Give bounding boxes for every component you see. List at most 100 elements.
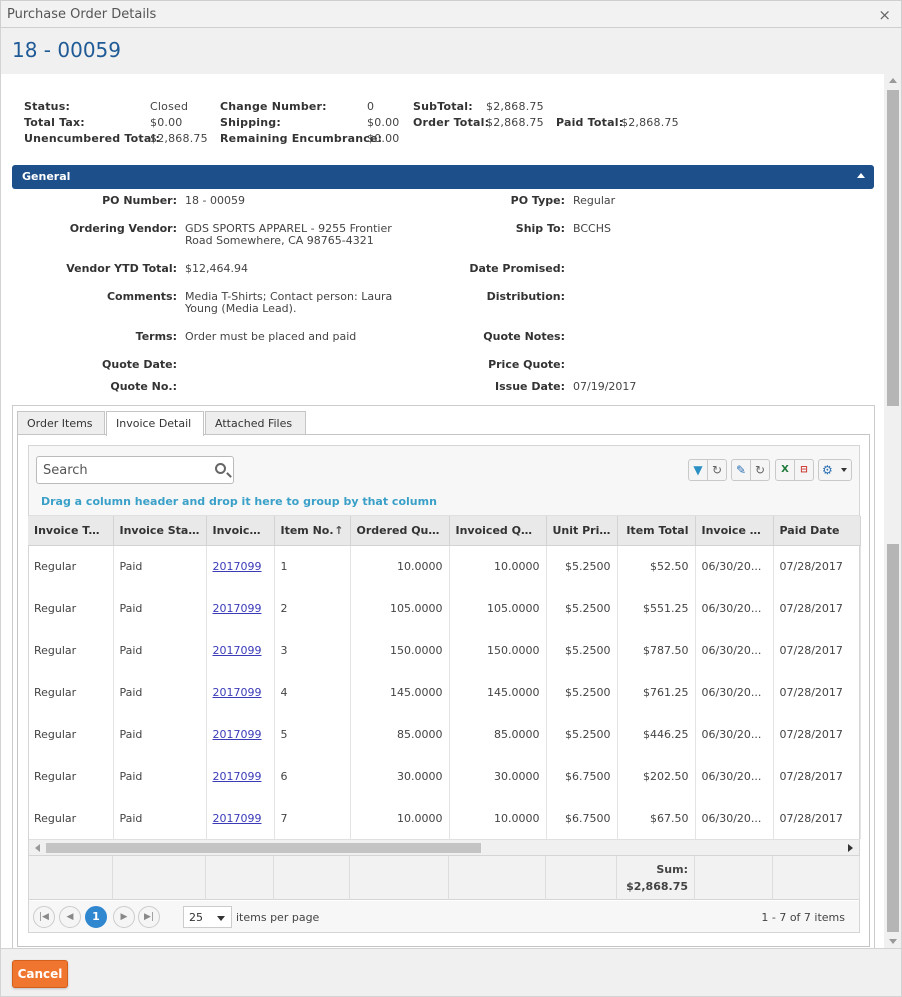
search-icon[interactable] <box>215 463 226 474</box>
tab-order-items[interactable]: Order Items <box>17 411 105 435</box>
ship-to-value: BCCHS <box>573 222 611 235</box>
collapse-caret-icon[interactable] <box>857 173 865 178</box>
table-cell: $67.50 <box>617 797 696 839</box>
table-cell: 10.0000 <box>350 797 450 839</box>
table-cell: 06/30/20... <box>695 755 774 797</box>
sort-ascending-icon: ↑ <box>334 523 344 537</box>
col-item-no-label: Item No. <box>280 523 334 537</box>
cancel-button[interactable]: Cancel <box>12 960 68 988</box>
table-cell: $551.25 <box>617 587 696 629</box>
vertical-scroll-thumb[interactable] <box>887 90 899 406</box>
invoice-link[interactable]: 2017099 <box>213 812 262 825</box>
footer-cell <box>29 856 113 900</box>
table-cell: 2 <box>274 587 351 629</box>
table-cell: 2017099 <box>206 671 275 713</box>
invoice-grid: ▼ ↻ ✎ ↻ X ⊟ ⚙ Drag a column header and d… <box>28 445 861 933</box>
table-row[interactable]: Regular Paid 2017099 4 145.0000 145.0000 $5.25… <box>28 671 861 713</box>
pager-range-info: 1 - 7 of 7 items <box>761 911 845 924</box>
col-ordered-quantity[interactable]: Ordered Qua... <box>350 516 450 546</box>
page-size-select[interactable]: 25 <box>183 906 232 928</box>
table-row[interactable]: Regular Paid 2017099 3 150.0000 150.0000 $5.25… <box>28 629 861 671</box>
pdf-icon[interactable]: ⊟ <box>794 459 814 481</box>
dialog-title: Purchase Order Details <box>7 7 157 22</box>
invoice-link[interactable]: 2017099 <box>213 560 262 573</box>
table-cell: 85.0000 <box>350 713 450 755</box>
wrench-icon[interactable]: ✎ <box>731 459 751 481</box>
vertical-scrollbar[interactable] <box>884 74 902 948</box>
table-cell: $5.2500 <box>546 671 618 713</box>
table-row[interactable]: Regular Paid 2017099 1 10.0000 10.0000 $5.2500… <box>28 545 861 587</box>
col-item-total[interactable]: Item Total <box>617 516 696 546</box>
close-icon[interactable]: × <box>878 6 891 24</box>
table-cell: Paid <box>113 587 207 629</box>
tab-invoice-detail[interactable]: Invoice Detail <box>106 411 204 436</box>
date-promised-label: Date Promised: <box>469 262 565 275</box>
scroll-right-icon[interactable] <box>848 844 853 852</box>
search-box[interactable] <box>36 456 234 484</box>
chevron-down-icon <box>217 916 225 921</box>
footer-cell <box>546 856 617 900</box>
next-page-icon[interactable]: ▶ <box>113 906 135 928</box>
table-cell: 2017099 <box>206 755 275 797</box>
prev-page-icon[interactable]: ◀ <box>59 906 81 928</box>
table-row[interactable]: Regular Paid 2017099 7 10.0000 10.0000 $6.7500… <box>28 797 861 839</box>
comments-label: Comments: <box>106 290 177 303</box>
table-cell: $446.25 <box>617 713 696 755</box>
general-section-header[interactable]: General <box>12 165 874 189</box>
table-row[interactable]: Regular Paid 2017099 5 85.0000 85.0000 $5.2500… <box>28 713 861 755</box>
col-invoiced-quantity[interactable]: Invoiced Qu... <box>449 516 547 546</box>
subtotal-label: SubTotal: <box>413 100 473 113</box>
table-cell: 06/30/20... <box>695 629 774 671</box>
table-cell: 06/30/20... <box>695 671 774 713</box>
first-page-icon[interactable]: |◀ <box>33 906 55 928</box>
excel-icon[interactable]: X <box>775 459 795 481</box>
footer-cell <box>350 856 449 900</box>
refresh-icon[interactable]: ↻ <box>750 459 770 481</box>
table-cell: 07/28/2017 <box>773 755 861 797</box>
quote-date-label: Quote Date: <box>102 358 177 371</box>
search-input[interactable] <box>43 458 213 482</box>
table-cell: 06/30/20... <box>695 713 774 755</box>
scroll-up-icon[interactable] <box>889 78 897 83</box>
table-cell: Paid <box>113 755 207 797</box>
invoice-link[interactable]: 2017099 <box>213 602 262 615</box>
table-cell: Paid <box>113 545 207 587</box>
dialog-content[interactable]: Status: Closed Change Number: 0 SubTotal… <box>0 74 884 948</box>
table-cell: Regular <box>28 797 114 839</box>
col-invoice-date[interactable]: Invoice D... <box>695 516 774 546</box>
table-cell: 85.0000 <box>449 713 547 755</box>
scroll-left-icon[interactable] <box>35 844 40 852</box>
refresh-icon[interactable]: ↻ <box>707 459 727 481</box>
horizontal-scrollbar[interactable] <box>29 839 859 855</box>
table-cell: 06/30/20... <box>695 545 774 587</box>
col-invoice-type[interactable]: Invoice Type <box>28 516 114 546</box>
col-paid-date[interactable]: Paid Date <box>773 516 861 546</box>
page-number-current[interactable]: 1 <box>85 906 107 928</box>
table-cell: Regular <box>28 671 114 713</box>
tab-attached-files[interactable]: Attached Files <box>205 411 306 435</box>
invoice-link[interactable]: 2017099 <box>213 770 262 783</box>
table-row[interactable]: Regular Paid 2017099 6 30.0000 30.0000 $6.7500… <box>28 755 861 797</box>
table-row[interactable]: Regular Paid 2017099 2 105.0000 105.0000 $5.25… <box>28 587 861 629</box>
table-cell: $761.25 <box>617 671 696 713</box>
gear-icon[interactable]: ⚙ <box>818 459 852 481</box>
scroll-down-icon[interactable] <box>889 939 897 944</box>
horizontal-scroll-thumb[interactable] <box>46 843 481 853</box>
filter-icon[interactable]: ▼ <box>688 459 708 481</box>
table-cell: 2017099 <box>206 545 275 587</box>
table-cell: 07/28/2017 <box>773 545 861 587</box>
invoice-link[interactable]: 2017099 <box>213 686 262 699</box>
table-cell: 4 <box>274 671 351 713</box>
col-invoice-status[interactable]: Invoice Status <box>113 516 207 546</box>
col-invoices[interactable]: Invoice(s) <box>206 516 275 546</box>
table-cell: $52.50 <box>617 545 696 587</box>
last-page-icon[interactable]: ▶| <box>138 906 160 928</box>
col-item-no[interactable]: Item No. ↑ <box>274 516 351 546</box>
vendor-ytd-value: $12,464.94 <box>185 262 248 275</box>
invoice-link[interactable]: 2017099 <box>213 644 262 657</box>
col-unit-price[interactable]: Unit Price <box>546 516 618 546</box>
invoice-link[interactable]: 2017099 <box>213 728 262 741</box>
footer-cell <box>113 856 206 900</box>
ordering-vendor-line2: Road Somewhere, CA 98765-4321 <box>185 234 374 247</box>
table-cell: 07/28/2017 <box>773 587 861 629</box>
